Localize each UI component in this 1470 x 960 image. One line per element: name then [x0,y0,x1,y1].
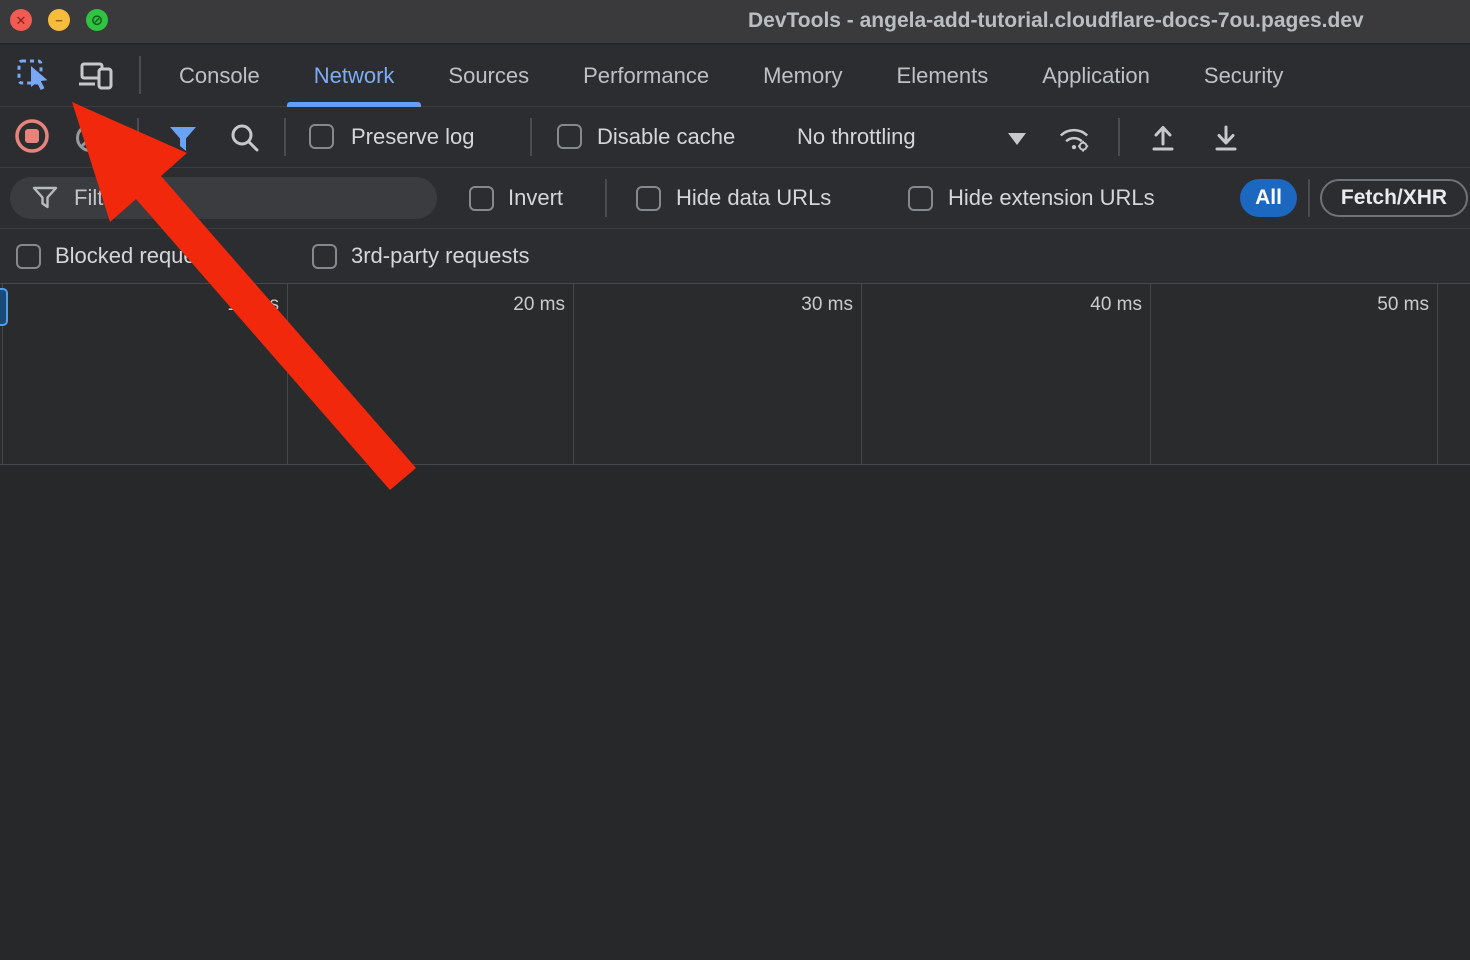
toolbar-separator [139,56,141,94]
disable-cache-label[interactable]: Disable cache [597,107,735,167]
tab-label: Security [1204,63,1283,89]
preserve-log-label[interactable]: Preserve log [351,107,475,167]
timeline-tick-label: 30 ms [723,294,853,316]
tab-performance[interactable]: Performance [556,45,736,107]
device-toolbar-button[interactable] [78,58,116,94]
export-har-button[interactable] [1207,120,1245,156]
toolbar-separator [605,179,607,217]
clear-icon [74,122,106,154]
timeline-gridline [287,284,288,464]
devtools-tab-bar: Console Network Sources Performance Memo… [0,45,1470,107]
record-stop-icon [13,117,51,155]
tab-sources[interactable]: Sources [421,45,556,107]
device-toolbar-icon [78,59,116,93]
network-filter-bar: Invert Hide data URLs Hide extension URL… [0,168,1470,229]
tab-label: Sources [448,63,529,89]
tab-label: Application [1042,63,1150,89]
hide-extension-urls-label[interactable]: Hide extension URLs [948,168,1155,228]
tab-label: Network [314,63,395,89]
panel-tabs: Console Network Sources Performance Memo… [152,45,1310,107]
tab-memory[interactable]: Memory [736,45,869,107]
wifi-gear-icon [1055,120,1093,156]
tab-network[interactable]: Network [287,45,422,107]
tab-elements[interactable]: Elements [870,45,1016,107]
more-filters-bar: Blocked requests 3rd-party requests [0,229,1470,284]
tab-label: Performance [583,63,709,89]
titlebar[interactable]: ✕ − ⊘ DevTools - angela-add-tutorial.clo… [0,0,1470,44]
toolbar-separator [1308,179,1310,217]
tab-security[interactable]: Security [1177,45,1310,107]
toolbar-separator [530,118,532,156]
tab-label: Memory [763,63,842,89]
devtools-window: ✕ − ⊘ DevTools - angela-add-tutorial.clo… [0,0,1470,960]
network-overview-timeline[interactable]: 10 ms 20 ms 30 ms 40 ms 50 ms [0,284,1470,465]
inspect-element-button[interactable] [15,58,53,94]
search-button[interactable] [226,120,264,156]
timeline-tick-label: 10 ms [149,294,279,316]
timeline-gridline [573,284,574,464]
tab-console[interactable]: Console [152,45,287,107]
upload-icon [1147,122,1179,154]
overview-left-drag-handle[interactable] [0,288,8,326]
window-title: DevTools - angela-add-tutorial.cloudflar… [748,9,1364,33]
tab-label: Console [179,63,260,89]
clear-network-log-button[interactable] [71,120,109,156]
window-controls: ✕ − ⊘ [10,9,108,31]
blocked-requests-label[interactable]: Blocked requests [55,229,224,283]
inspect-cursor-icon [16,58,52,94]
hide-data-urls-checkbox[interactable] [636,186,661,211]
record-network-log-button[interactable] [13,118,51,154]
close-button[interactable]: ✕ [10,9,32,31]
toolbar-separator [284,118,286,156]
funnel-outline-icon [32,185,58,211]
invert-checkbox[interactable] [469,186,494,211]
zoom-button[interactable]: ⊘ [86,9,108,31]
third-party-requests-checkbox[interactable] [312,244,337,269]
network-toolbar: Preserve log Disable cache No throttling [0,107,1470,168]
throttling-caret-icon[interactable] [1008,133,1026,145]
funnel-icon [167,124,199,154]
filter-toggle-button[interactable] [164,121,202,157]
third-party-requests-label[interactable]: 3rd-party requests [351,229,530,283]
request-type-all-button[interactable]: All [1240,179,1297,217]
preserve-log-checkbox[interactable] [309,124,334,149]
tab-application[interactable]: Application [1015,45,1177,107]
toolbar-separator [137,118,139,156]
tab-label: Elements [897,63,989,89]
network-conditions-button[interactable] [1055,120,1093,156]
download-icon [1210,122,1242,154]
blocked-requests-checkbox[interactable] [16,244,41,269]
timeline-tick-label: 50 ms [1299,294,1429,316]
network-log-empty-panel: Recording network activity… Perform a re… [0,465,1470,960]
hide-extension-urls-checkbox[interactable] [908,186,933,211]
throttling-select[interactable]: No throttling [797,107,916,167]
filter-field[interactable] [10,177,437,219]
minimize-button[interactable]: − [48,9,70,31]
timeline-gridline [1437,284,1438,464]
search-icon [229,122,261,154]
hide-data-urls-label[interactable]: Hide data URLs [676,168,831,228]
timeline-tick-label: 40 ms [1012,294,1142,316]
filter-input[interactable] [72,184,421,212]
import-har-button[interactable] [1144,120,1182,156]
disable-cache-checkbox[interactable] [557,124,582,149]
timeline-gridline [861,284,862,464]
timeline-tick-label: 20 ms [435,294,565,316]
request-type-fetch-xhr-button[interactable]: Fetch/XHR [1320,179,1468,217]
invert-label[interactable]: Invert [508,168,563,228]
timeline-gridline [1150,284,1151,464]
toolbar-separator [1118,118,1120,156]
